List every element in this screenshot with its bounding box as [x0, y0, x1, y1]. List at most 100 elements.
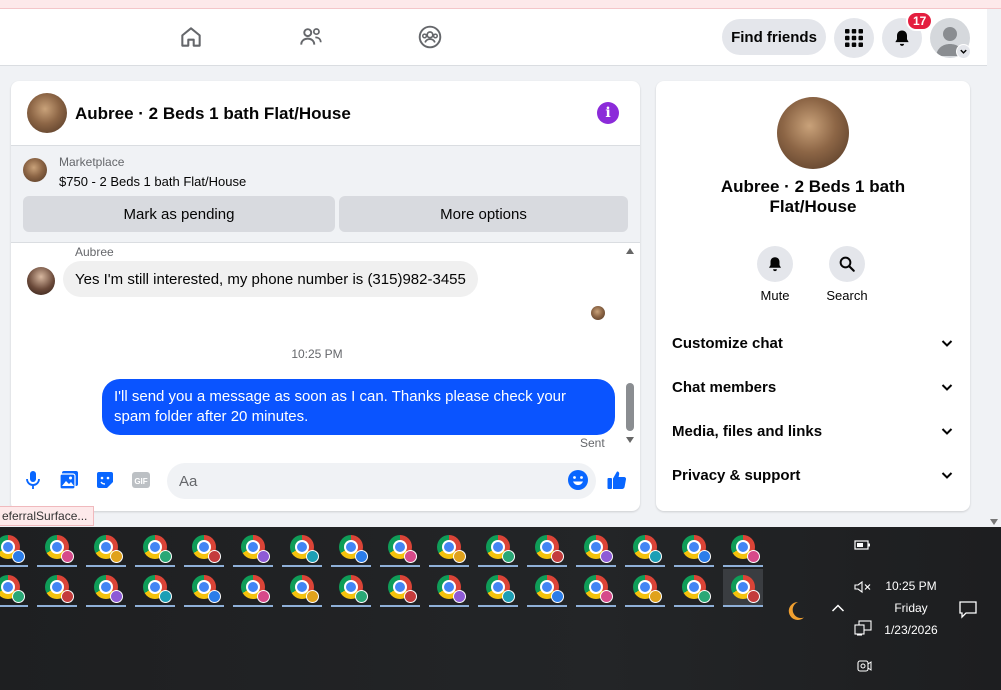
- taskbar-chrome-window-button[interactable]: [184, 569, 224, 607]
- taskbar-chrome-window-button[interactable]: [380, 529, 420, 567]
- search-icon[interactable]: [829, 246, 865, 282]
- profile-badge-icon: [649, 550, 662, 563]
- media-files-links-section[interactable]: Media, files and links: [664, 411, 962, 451]
- mark-as-pending-button[interactable]: Mark as pending: [23, 196, 335, 232]
- taskbar-chrome-window-button[interactable]: [723, 529, 763, 567]
- find-friends-button[interactable]: Find friends: [722, 19, 826, 55]
- customize-chat-section[interactable]: Customize chat: [664, 323, 962, 363]
- profile-badge-icon: [698, 550, 711, 563]
- photo-icon[interactable]: [58, 469, 80, 491]
- taskbar-chrome-window-button[interactable]: [674, 529, 714, 567]
- page-scrollbar[interactable]: [987, 9, 1001, 527]
- taskbar-chrome-window-button[interactable]: [478, 529, 518, 567]
- taskbar-chrome-window-button[interactable]: [184, 529, 224, 567]
- profile-badge-icon: [306, 590, 319, 603]
- emoji-icon[interactable]: [567, 469, 589, 491]
- search-action[interactable]: Search: [817, 246, 877, 303]
- taskbar-chrome-window-button[interactable]: [527, 569, 567, 607]
- taskbar-chrome-window-button[interactable]: [576, 529, 616, 567]
- meet-now-icon[interactable]: [856, 658, 872, 677]
- taskbar-chrome-window-button[interactable]: [135, 529, 175, 567]
- message-scrollbar[interactable]: [624, 243, 636, 449]
- section-label: Chat members: [672, 378, 777, 396]
- battery-icon[interactable]: [854, 539, 872, 554]
- listing-price-title[interactable]: $750 - 2 Beds 1 bath Flat/House: [59, 174, 246, 189]
- taskbar-chrome-window-button[interactable]: [37, 529, 77, 567]
- taskbar-chrome-window-button[interactable]: [674, 569, 714, 607]
- chat-title[interactable]: Aubree · 2 Beds 1 bath Flat/House: [75, 104, 351, 124]
- scrollbar-thumb[interactable]: [626, 383, 634, 431]
- volume-muted-icon[interactable]: [854, 580, 872, 597]
- listing-thumbnail[interactable]: [27, 93, 67, 133]
- chat-header: Aubree · 2 Beds 1 bath Flat/House i: [11, 81, 640, 146]
- notification-center-icon[interactable]: [958, 599, 978, 622]
- taskbar-chrome-window-button[interactable]: [331, 529, 371, 567]
- taskbar-chrome-window-button[interactable]: [86, 529, 126, 567]
- listing-photo[interactable]: [777, 97, 849, 169]
- taskbar-chrome-window-button[interactable]: [0, 529, 28, 567]
- section-label: Media, files and links: [672, 422, 823, 440]
- network-icon[interactable]: [854, 620, 872, 639]
- taskbar-chrome-window-button[interactable]: [429, 529, 469, 567]
- sender-avatar[interactable]: [27, 267, 55, 295]
- conversation-info-panel: Aubree · 2 Beds 1 bath Flat/House Mute S…: [656, 81, 970, 511]
- show-hidden-icons-chevron-up-icon[interactable]: [831, 601, 845, 616]
- chrome-icon: [94, 535, 123, 563]
- friends-icon[interactable]: [296, 22, 326, 52]
- taskbar-chrome-window-button[interactable]: [233, 529, 273, 567]
- taskbar-chrome-window-button[interactable]: [282, 529, 322, 567]
- taskbar-chrome-window-button[interactable]: [37, 569, 77, 607]
- incoming-message-bubble[interactable]: Yes I'm still interested, my phone numbe…: [63, 261, 478, 297]
- scroll-down-arrow-icon[interactable]: [990, 519, 998, 525]
- privacy-support-section[interactable]: Privacy & support: [664, 455, 962, 495]
- chat-panel: Aubree · 2 Beds 1 bath Flat/House i Mark…: [11, 81, 640, 511]
- account-chevron-down-icon[interactable]: [956, 44, 971, 59]
- scroll-down-arrow-icon[interactable]: [626, 437, 634, 443]
- profile-badge-icon: [747, 590, 760, 603]
- sent-status: Sent: [580, 436, 605, 450]
- taskbar-chrome-window-button[interactable]: [0, 569, 28, 607]
- chat-members-section[interactable]: Chat members: [664, 367, 962, 407]
- section-label: Customize chat: [672, 334, 783, 352]
- chrome-icon: [437, 535, 466, 563]
- taskbar-chrome-window-button[interactable]: [135, 569, 175, 607]
- taskbar-chrome-window-button[interactable]: [282, 569, 322, 607]
- groups-icon[interactable]: [415, 22, 445, 52]
- message-input[interactable]: [167, 463, 596, 499]
- mute-action[interactable]: Mute: [745, 246, 805, 303]
- chrome-icon: [486, 575, 515, 603]
- listing-small-thumbnail[interactable]: [23, 158, 47, 182]
- taskbar-chrome-window-button[interactable]: [625, 569, 665, 607]
- taskbar-chrome-window-button[interactable]: [723, 569, 763, 607]
- taskbar-chrome-window-button[interactable]: [331, 569, 371, 607]
- profile-badge-icon: [159, 590, 172, 603]
- search-label: Search: [826, 288, 868, 303]
- taskbar-chrome-window-button[interactable]: [478, 569, 518, 607]
- message-thread[interactable]: Aubree Yes I'm still interested, my phon…: [11, 243, 640, 451]
- taskbar-chrome-window-button[interactable]: [233, 569, 273, 607]
- clock-date[interactable]: 1/23/2026: [876, 623, 946, 637]
- thumbs-up-icon[interactable]: [606, 469, 628, 491]
- profile-badge-icon: [649, 590, 662, 603]
- taskbar-chrome-window-button[interactable]: [527, 529, 567, 567]
- taskbar-chrome-window-button[interactable]: [429, 569, 469, 607]
- taskbar-chrome-window-button[interactable]: [576, 569, 616, 607]
- menu-grid-icon[interactable]: [834, 18, 874, 58]
- taskbar-chrome-window-button[interactable]: [380, 569, 420, 607]
- home-icon[interactable]: [176, 22, 206, 52]
- info-icon[interactable]: i: [597, 102, 619, 124]
- more-options-button[interactable]: More options: [339, 196, 628, 232]
- outgoing-message-bubble[interactable]: I'll send you a message as soon as I can…: [102, 379, 615, 435]
- taskbar-chrome-window-button[interactable]: [625, 529, 665, 567]
- microphone-icon[interactable]: [22, 469, 44, 491]
- taskbar-chrome-window-button[interactable]: [86, 569, 126, 607]
- chrome-icon: [486, 535, 515, 563]
- profile-badge-icon: [110, 590, 123, 603]
- scroll-up-arrow-icon[interactable]: [626, 248, 634, 254]
- clock-time[interactable]: 10:25 PM: [876, 579, 946, 593]
- clock-day[interactable]: Friday: [876, 601, 946, 615]
- sticker-icon[interactable]: [94, 469, 116, 491]
- night-light-moon-icon[interactable]: [783, 599, 807, 626]
- bell-icon[interactable]: [757, 246, 793, 282]
- gif-icon[interactable]: GIF: [130, 469, 152, 491]
